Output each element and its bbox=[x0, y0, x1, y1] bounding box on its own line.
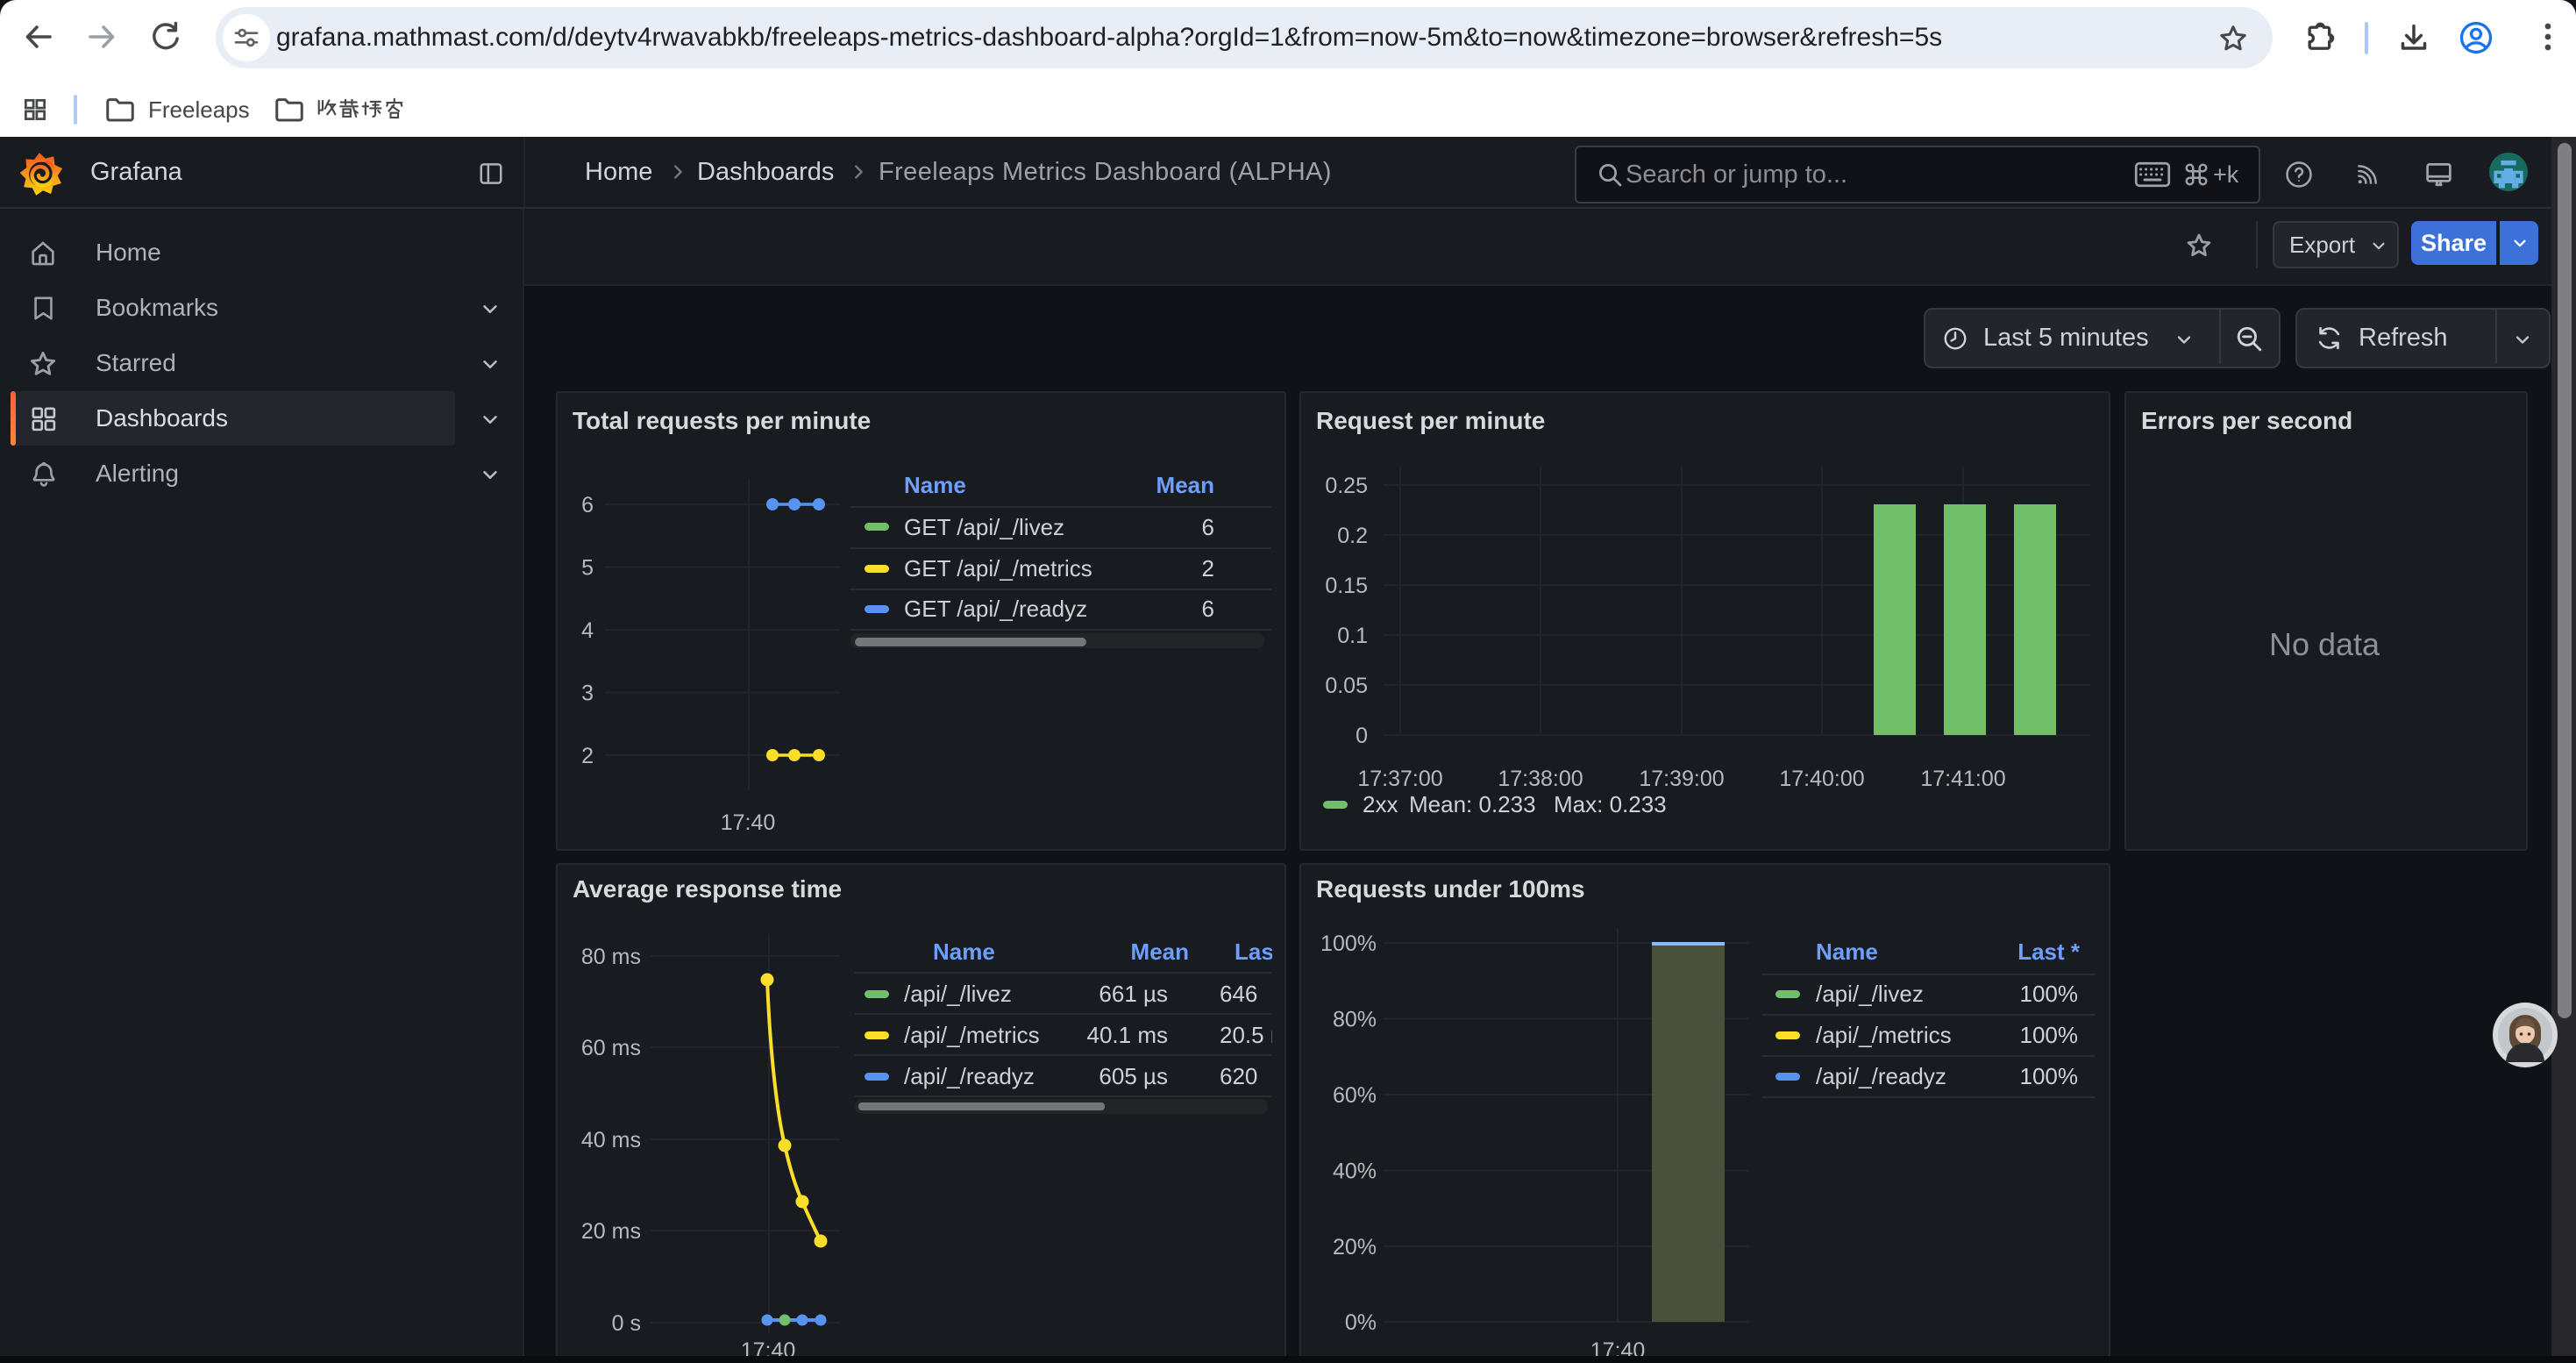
svg-text:0 s: 0 s bbox=[612, 1311, 641, 1336]
svg-text:0.05: 0.05 bbox=[1325, 674, 1368, 698]
svg-text:80 ms: 80 ms bbox=[581, 945, 641, 969]
svg-text:0: 0 bbox=[1356, 724, 1368, 748]
svg-text:60%: 60% bbox=[1333, 1083, 1377, 1108]
svg-text:5: 5 bbox=[581, 556, 594, 581]
svg-text:17:41:00: 17:41:00 bbox=[1920, 767, 2005, 791]
svg-text:60 ms: 60 ms bbox=[581, 1036, 641, 1060]
svg-text:4: 4 bbox=[581, 618, 594, 643]
svg-text:Max: 0.233: Max: 0.233 bbox=[1554, 791, 1667, 817]
svg-text:2xx: 2xx bbox=[1363, 791, 1398, 817]
svg-text:0%: 0% bbox=[1345, 1310, 1377, 1335]
svg-text:0.1: 0.1 bbox=[1337, 624, 1368, 648]
svg-text:0.2: 0.2 bbox=[1337, 524, 1368, 548]
svg-text:100%: 100% bbox=[1320, 931, 1377, 956]
svg-text:6: 6 bbox=[581, 493, 594, 517]
svg-text:17:40: 17:40 bbox=[721, 810, 776, 835]
svg-text:0.25: 0.25 bbox=[1325, 474, 1368, 498]
svg-text:2: 2 bbox=[581, 744, 594, 768]
svg-text:20 ms: 20 ms bbox=[581, 1219, 641, 1244]
svg-text:17:37:00: 17:37:00 bbox=[1357, 767, 1442, 791]
svg-text:Mean: 0.233: Mean: 0.233 bbox=[1409, 791, 1536, 817]
svg-text:3: 3 bbox=[581, 682, 594, 706]
svg-text:0.15: 0.15 bbox=[1325, 574, 1368, 598]
svg-text:17:40:00: 17:40:00 bbox=[1779, 767, 1864, 791]
svg-text:20%: 20% bbox=[1333, 1235, 1377, 1260]
svg-text:17:39:00: 17:39:00 bbox=[1639, 767, 1724, 791]
svg-text:80%: 80% bbox=[1333, 1008, 1377, 1032]
svg-text:40%: 40% bbox=[1333, 1160, 1377, 1184]
svg-text:17:38:00: 17:38:00 bbox=[1498, 767, 1583, 791]
svg-text:40 ms: 40 ms bbox=[581, 1128, 641, 1152]
